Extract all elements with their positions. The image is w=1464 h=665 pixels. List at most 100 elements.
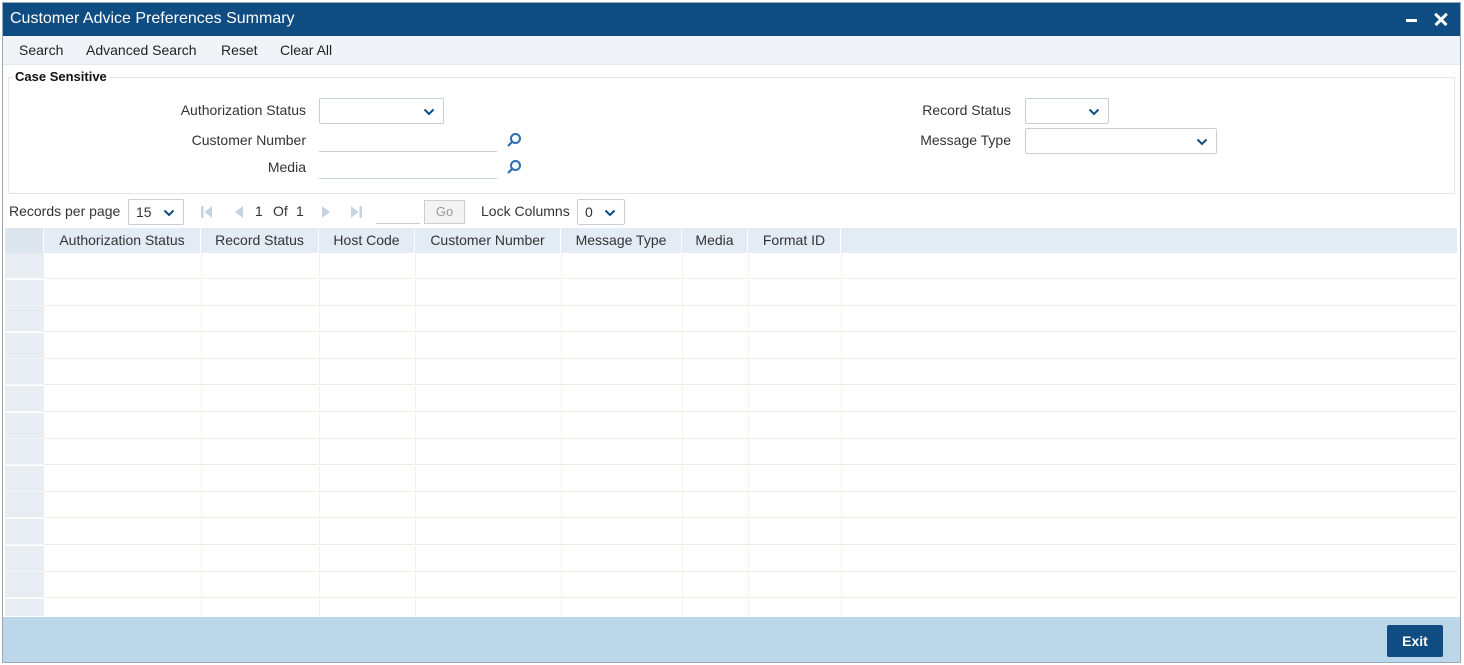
column-divider <box>748 598 749 616</box>
column-divider <box>841 545 842 572</box>
select-all-column[interactable] <box>5 228 44 253</box>
minimize-icon[interactable] <box>1400 8 1422 30</box>
table-row[interactable] <box>5 572 1457 599</box>
table-row[interactable] <box>5 465 1457 492</box>
record-status-select[interactable] <box>1025 98 1109 124</box>
column-divider <box>841 519 842 545</box>
go-button[interactable]: Go <box>424 200 465 224</box>
table-row[interactable] <box>5 253 1457 279</box>
row-select-cell[interactable] <box>5 306 44 333</box>
column-divider <box>415 519 416 545</box>
column-divider <box>748 545 749 572</box>
column-divider <box>415 598 416 616</box>
records-per-page-label: Records per page <box>9 203 121 219</box>
message-type-select[interactable] <box>1025 128 1217 154</box>
column-divider <box>201 545 202 572</box>
search-icon[interactable] <box>506 159 522 175</box>
table-row[interactable] <box>5 359 1457 386</box>
column-divider <box>748 386 749 412</box>
table-row[interactable] <box>5 332 1457 359</box>
table-row[interactable] <box>5 279 1457 306</box>
column-divider <box>841 253 842 279</box>
chevron-down-icon <box>1088 108 1100 116</box>
column-header-message-type[interactable]: Message Type <box>561 228 682 253</box>
row-select-cell[interactable] <box>5 572 44 599</box>
row-select-cell[interactable] <box>5 545 44 572</box>
column-divider <box>319 386 320 412</box>
close-icon[interactable] <box>1430 8 1452 30</box>
table-row[interactable] <box>5 545 1457 572</box>
column-divider <box>319 332 320 359</box>
row-select-cell[interactable] <box>5 332 44 359</box>
row-select-cell[interactable] <box>5 253 44 279</box>
column-divider <box>319 439 320 466</box>
search-icon[interactable] <box>506 132 522 148</box>
column-divider <box>415 572 416 599</box>
column-divider <box>561 412 562 439</box>
column-divider <box>748 572 749 599</box>
column-divider <box>415 465 416 492</box>
clear-all-button[interactable]: Clear All <box>280 42 332 58</box>
row-select-cell[interactable] <box>5 465 44 492</box>
next-page-icon[interactable] <box>319 205 333 219</box>
results-grid: Authorization Status Record Status Host … <box>5 228 1457 616</box>
records-per-page-select[interactable]: 15 <box>128 199 184 225</box>
case-sensitive-legend: Case Sensitive <box>13 69 109 84</box>
last-page-icon[interactable] <box>349 205 363 219</box>
title-bar: Customer Advice Preferences Summary <box>3 3 1460 36</box>
table-row[interactable] <box>5 412 1457 439</box>
column-header-media[interactable]: Media <box>682 228 748 253</box>
reset-button[interactable]: Reset <box>221 42 258 58</box>
column-divider <box>201 279 202 306</box>
column-divider <box>561 332 562 359</box>
column-header-record-status[interactable]: Record Status <box>201 228 319 253</box>
column-divider <box>841 412 842 439</box>
column-divider <box>415 412 416 439</box>
goto-page-input[interactable] <box>376 202 420 224</box>
column-divider <box>561 572 562 599</box>
column-header-customer-number[interactable]: Customer Number <box>415 228 561 253</box>
exit-button[interactable]: Exit <box>1387 625 1443 657</box>
column-divider <box>561 519 562 545</box>
column-divider <box>748 519 749 545</box>
column-header-host-code[interactable]: Host Code <box>319 228 415 253</box>
row-select-cell[interactable] <box>5 492 44 519</box>
column-divider <box>201 306 202 333</box>
table-row[interactable] <box>5 598 1457 616</box>
row-select-cell[interactable] <box>5 359 44 386</box>
table-row[interactable] <box>5 386 1457 412</box>
row-select-cell[interactable] <box>5 279 44 306</box>
column-divider <box>748 359 749 386</box>
column-divider <box>682 545 683 572</box>
table-row[interactable] <box>5 492 1457 519</box>
authorization-status-select[interactable] <box>319 98 444 124</box>
table-row[interactable] <box>5 306 1457 333</box>
row-select-cell[interactable] <box>5 412 44 439</box>
advanced-search-button[interactable]: Advanced Search <box>86 42 197 58</box>
table-row[interactable] <box>5 439 1457 466</box>
row-select-cell[interactable] <box>5 598 44 616</box>
column-divider <box>319 279 320 306</box>
column-divider <box>841 572 842 599</box>
column-header-format-id[interactable]: Format ID <box>748 228 841 253</box>
row-select-cell[interactable] <box>5 439 44 466</box>
first-page-icon[interactable] <box>200 205 214 219</box>
column-divider <box>201 598 202 616</box>
column-divider <box>415 359 416 386</box>
prev-page-icon[interactable] <box>232 205 246 219</box>
table-row[interactable] <box>5 519 1457 545</box>
column-divider <box>841 439 842 466</box>
customer-number-input[interactable] <box>319 128 497 152</box>
media-input[interactable] <box>319 155 497 179</box>
column-divider <box>319 412 320 439</box>
lock-columns-select[interactable]: 0 <box>577 199 625 225</box>
column-divider <box>841 492 842 519</box>
column-divider <box>748 492 749 519</box>
column-divider <box>561 306 562 333</box>
column-divider <box>682 359 683 386</box>
column-divider <box>201 253 202 279</box>
search-button[interactable]: Search <box>19 42 63 58</box>
row-select-cell[interactable] <box>5 386 44 412</box>
row-select-cell[interactable] <box>5 519 44 545</box>
column-header-authorization-status[interactable]: Authorization Status <box>44 228 201 253</box>
